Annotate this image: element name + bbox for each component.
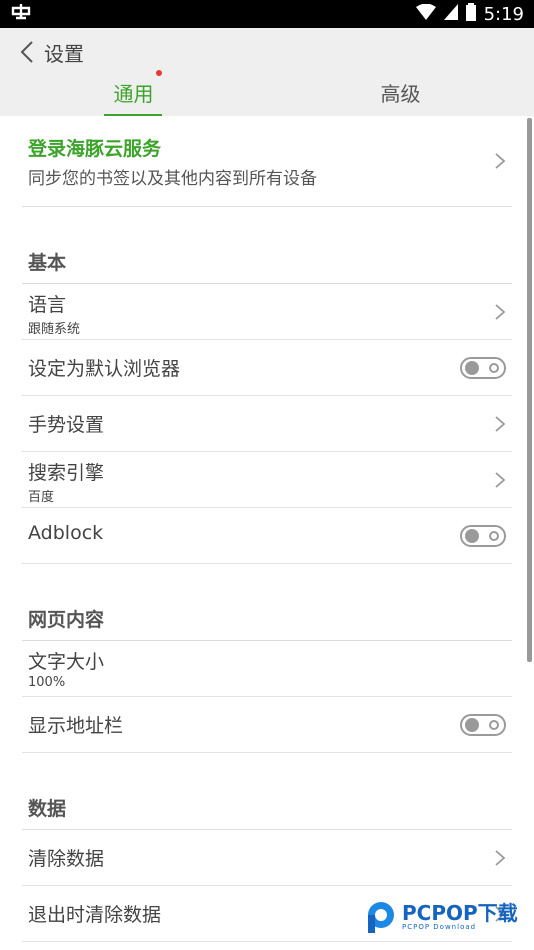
back-arrow-icon — [20, 41, 33, 63]
section-header-web-content: 网页内容 — [22, 564, 512, 641]
settings-list[interactable]: 登录海豚云服务 同步您的书签以及其他内容到所有设备 基本 语言 跟随系统 设定为… — [0, 116, 534, 950]
app-bar: 设置 通用 高级 — [0, 28, 534, 116]
back-button[interactable] — [12, 37, 42, 67]
pcpop-watermark: PCPOP下载 PCPOP Download — [364, 896, 534, 938]
chevron-right-icon — [495, 415, 506, 432]
section-header-data: 数据 — [22, 753, 512, 830]
show-address-bar-row[interactable]: 显示地址栏 — [22, 697, 512, 753]
section-title-data: 数据 — [28, 798, 67, 820]
wifi-icon — [415, 3, 436, 25]
search-engine-value: 百度 — [28, 490, 55, 505]
chevron-right-icon — [495, 849, 506, 866]
font-size-label: 文字大小 — [28, 651, 105, 673]
tab-advanced-label: 高级 — [380, 82, 421, 106]
tab-bar: 通用 高级 — [0, 70, 534, 116]
signal-icon — [443, 3, 458, 25]
tab-advanced[interactable]: 高级 — [267, 76, 534, 116]
status-bar: 5:19 — [0, 0, 534, 28]
chevron-right-icon — [495, 153, 506, 169]
account-signin-row[interactable]: 登录海豚云服务 同步您的书签以及其他内容到所有设备 — [22, 116, 512, 207]
new-badge-dot — [155, 70, 162, 76]
app-notification-icon — [10, 2, 32, 27]
language-value: 跟随系统 — [28, 322, 81, 337]
adblock-toggle[interactable] — [460, 524, 506, 547]
adblock-label: Adblock — [28, 522, 104, 544]
chevron-right-icon — [495, 303, 506, 320]
watermark-main-text: PCPOP下载 — [402, 901, 518, 925]
chevron-right-icon — [495, 471, 506, 488]
section-title-basic: 基本 — [28, 252, 67, 274]
tab-general[interactable]: 通用 — [0, 70, 267, 116]
font-size-row[interactable]: 文字大小 100% — [22, 641, 512, 697]
default-browser-row[interactable]: 设定为默认浏览器 — [22, 340, 512, 396]
language-row[interactable]: 语言 跟随系统 — [22, 284, 512, 340]
gesture-settings-label: 手势设置 — [28, 414, 105, 436]
clear-data-row[interactable]: 清除数据 — [22, 830, 512, 886]
search-engine-row[interactable]: 搜索引擎 百度 — [22, 452, 512, 508]
section-header-basic: 基本 — [22, 207, 512, 284]
clear-on-exit-label: 退出时清除数据 — [28, 904, 162, 926]
section-title-web-content: 网页内容 — [28, 609, 105, 631]
account-signin-subtitle: 同步您的书签以及其他内容到所有设备 — [28, 169, 317, 189]
default-browser-label: 设定为默认浏览器 — [28, 358, 181, 380]
show-address-bar-toggle[interactable] — [460, 713, 506, 736]
page-title: 设置 — [44, 41, 84, 66]
gesture-settings-row[interactable]: 手势设置 — [22, 396, 512, 452]
font-size-value: 100% — [28, 675, 66, 690]
tab-general-label: 通用 — [113, 82, 154, 106]
status-time: 5:19 — [483, 3, 524, 25]
search-engine-label: 搜索引擎 — [28, 462, 105, 484]
battery-icon — [465, 2, 476, 26]
scrollbar[interactable] — [527, 118, 532, 662]
account-signin-title: 登录海豚云服务 — [28, 138, 162, 160]
default-browser-toggle[interactable] — [460, 356, 506, 379]
pcpop-logo-icon — [368, 902, 394, 933]
adblock-row[interactable]: Adblock — [22, 508, 512, 564]
clear-data-label: 清除数据 — [28, 848, 105, 870]
show-address-bar-label: 显示地址栏 — [28, 715, 124, 737]
language-label: 语言 — [28, 294, 67, 316]
